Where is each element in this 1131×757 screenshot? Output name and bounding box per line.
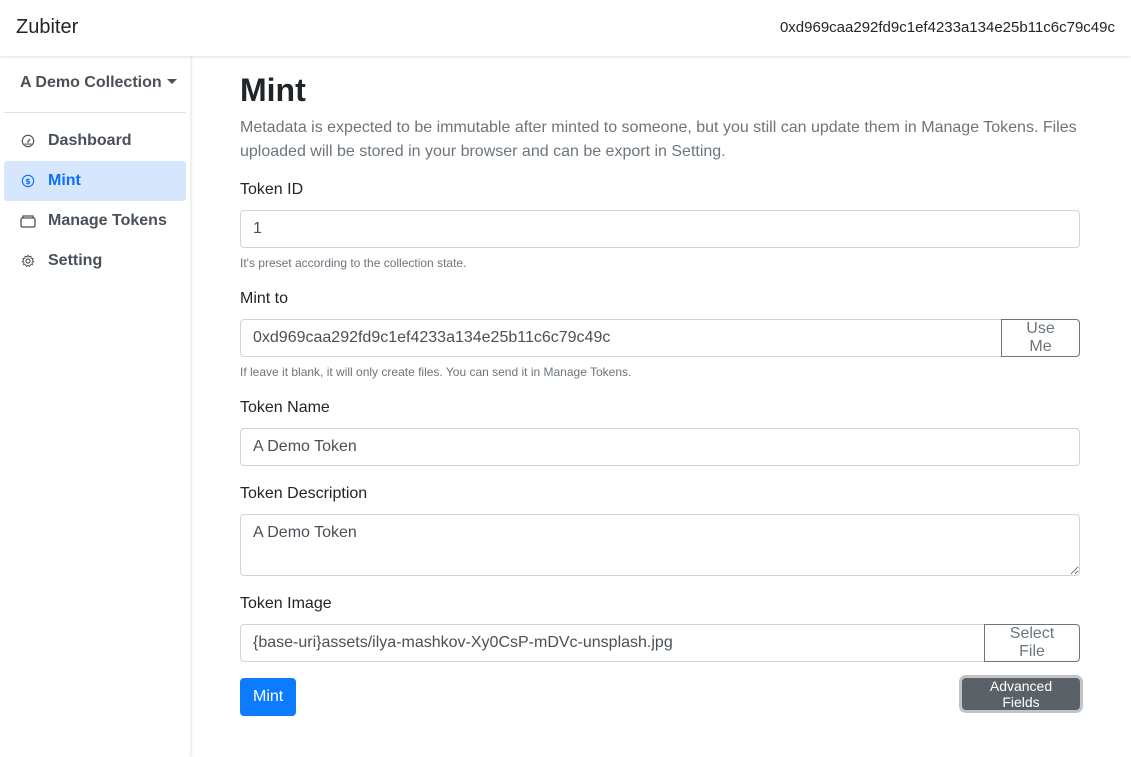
- speedometer-icon: [20, 133, 36, 149]
- gear-icon: [20, 253, 36, 269]
- token-name-label: Token Name: [240, 399, 330, 416]
- dollar-circle-icon: $: [20, 173, 36, 189]
- account-address: 0xd969caa292fd9c1ef4233a134e25b11c6c79c4…: [779, 19, 1115, 36]
- sidebar-item-label: Dashboard: [48, 132, 132, 149]
- page-title: Mint: [240, 72, 306, 108]
- sidebar: A Demo Collection Dashboard $ Mint Manag…: [0, 56, 190, 757]
- brand-logo[interactable]: Zubiter: [16, 16, 78, 39]
- token-description-label: Token Description: [240, 485, 368, 502]
- sidebar-item-label: Mint: [48, 172, 81, 189]
- token-image-label: Token Image: [240, 595, 332, 612]
- mint-to-help: If leave it blank, it will only create f…: [240, 365, 632, 379]
- sidebar-nav: Dashboard $ Mint Manage Tokens Setting: [4, 121, 186, 281]
- svg-text:$: $: [25, 177, 30, 186]
- collection-label: A Demo Collection: [20, 74, 162, 91]
- sidebar-item-manage-tokens[interactable]: Manage Tokens: [4, 201, 186, 241]
- use-me-button[interactable]: Use Me: [1001, 319, 1080, 357]
- top-navbar: Zubiter 0xd969caa292fd9c1ef4233a134e25b1…: [0, 0, 1131, 56]
- token-name-input[interactable]: [240, 428, 1080, 466]
- token-id-help: It's preset according to the collection …: [240, 256, 467, 270]
- mint-to-input[interactable]: [240, 319, 1002, 357]
- mint-button[interactable]: Mint: [240, 678, 297, 716]
- mint-to-label: Mint to: [240, 290, 289, 307]
- token-description-textarea[interactable]: A Demo Token: [240, 514, 1080, 576]
- token-image-input[interactable]: [240, 624, 985, 662]
- page-description: Metadata is expected to be immutable aft…: [240, 119, 1077, 160]
- caret-down-icon: [166, 78, 177, 84]
- collection-dropdown[interactable]: A Demo Collection: [20, 74, 177, 92]
- token-id-label: Token ID: [240, 181, 304, 198]
- sidebar-item-label: Setting: [48, 252, 103, 269]
- wallet-icon: [20, 213, 36, 229]
- sidebar-item-setting[interactable]: Setting: [4, 241, 186, 281]
- token-id-input[interactable]: [240, 210, 1080, 248]
- sidebar-item-dashboard[interactable]: Dashboard: [4, 121, 186, 161]
- select-file-button[interactable]: Select File: [984, 624, 1080, 662]
- sidebar-item-label: Manage Tokens: [48, 212, 167, 229]
- sidebar-item-mint[interactable]: $ Mint: [4, 161, 186, 201]
- advanced-fields-button[interactable]: Advanced Fields: [962, 678, 1080, 710]
- sidebar-divider: [4, 112, 186, 113]
